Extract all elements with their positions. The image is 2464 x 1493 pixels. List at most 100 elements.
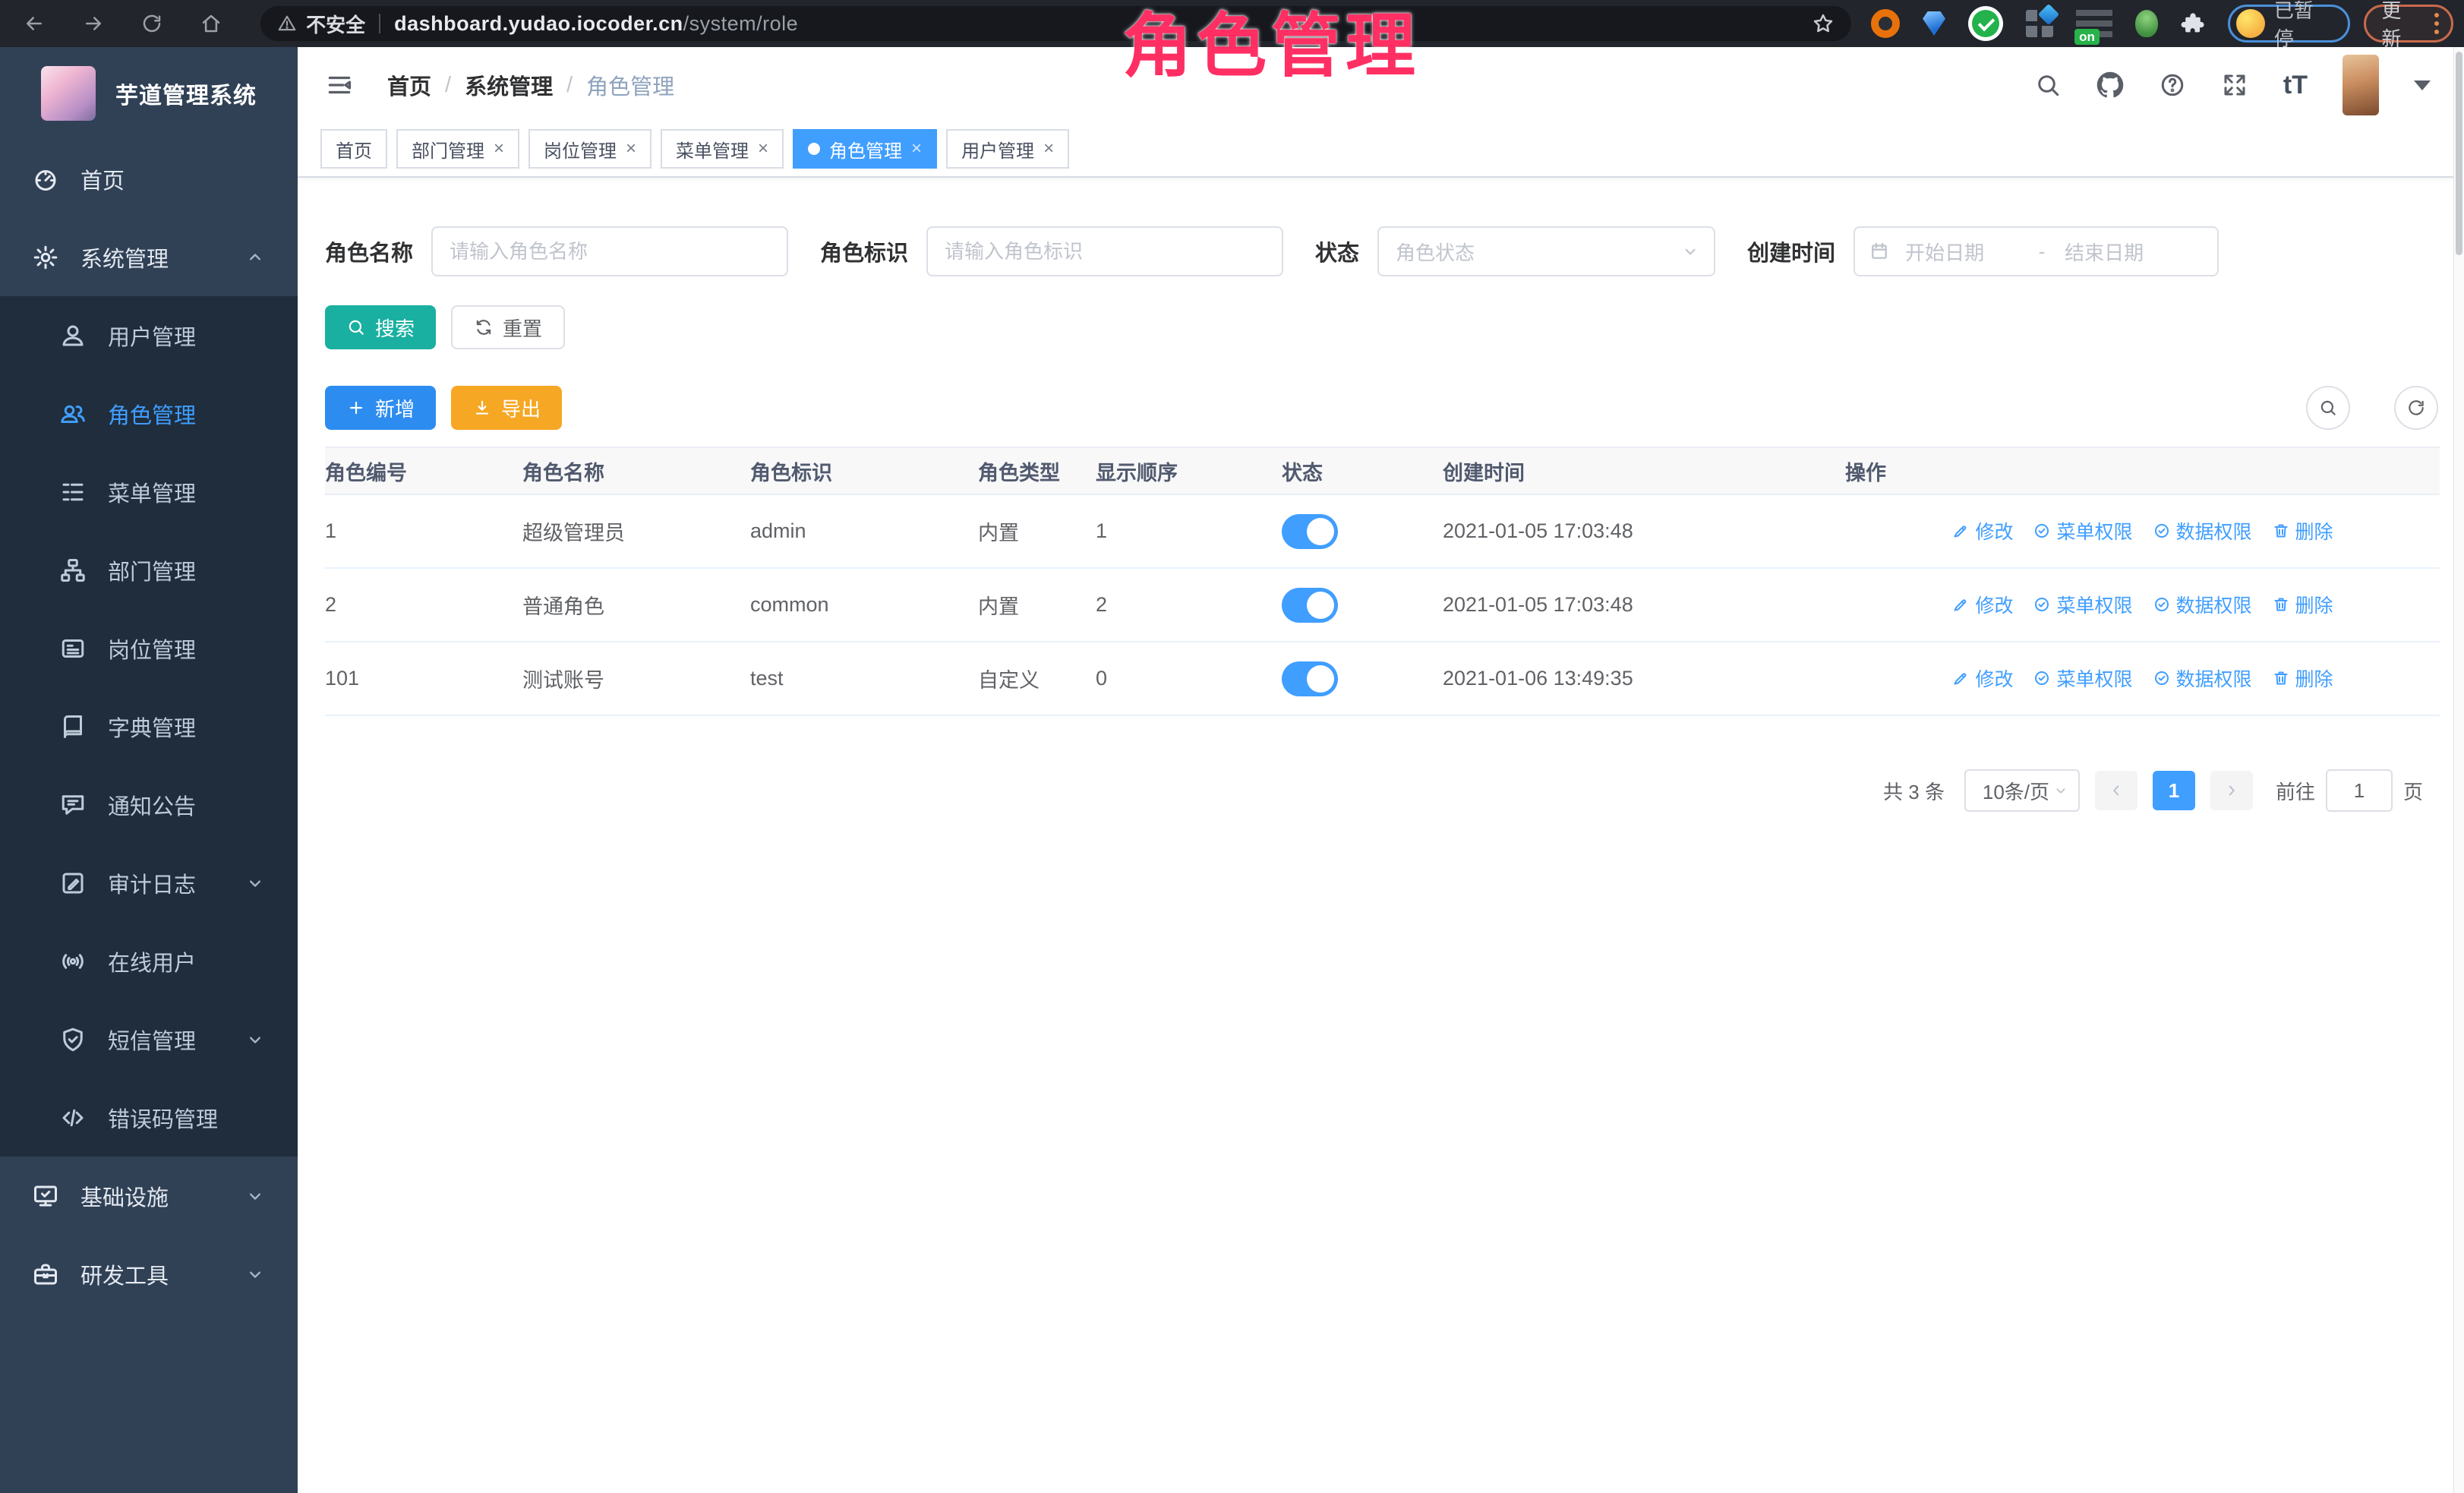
status-toggle[interactable] (1282, 588, 1338, 623)
edit-action-link[interactable]: 修改 (1951, 517, 2013, 544)
breadcrumb-item[interactable]: 系统管理 (465, 69, 553, 101)
sidebar-item-label: 短信管理 (108, 1024, 196, 1056)
sidebar-item-audit[interactable]: 审计日志 (0, 844, 298, 922)
goto-page-input[interactable] (2326, 769, 2393, 812)
data-perm-action-link[interactable]: 数据权限 (2153, 664, 2252, 692)
delete-action-link[interactable]: 删除 (2272, 591, 2333, 618)
page-size-select[interactable]: 10条/页 (1964, 769, 2080, 812)
date-range-separator: - (2019, 240, 2065, 264)
edit-action-link[interactable]: 修改 (1951, 664, 2013, 692)
github-icon[interactable] (2096, 71, 2124, 99)
sidebar-item-role[interactable]: 角色管理 (0, 374, 298, 453)
search-button[interactable]: 搜索 (325, 305, 436, 349)
back-icon[interactable] (17, 6, 52, 41)
status-toggle[interactable] (1282, 661, 1338, 696)
start-date-placeholder: 开始日期 (1905, 238, 2019, 266)
menu-perm-action-link[interactable]: 菜单权限 (2033, 591, 2132, 618)
tab-label: 首页 (336, 136, 372, 163)
sidebar-item-post[interactable]: 岗位管理 (0, 609, 298, 687)
delete-action-link[interactable]: 删除 (2272, 664, 2333, 692)
fullscreen-icon[interactable] (2221, 71, 2248, 99)
toggle-search-panel-button[interactable] (2306, 386, 2350, 430)
sidebar-item-devtools[interactable]: 研发工具 (0, 1235, 298, 1313)
bookmark-star-icon[interactable] (1812, 12, 1835, 35)
sidebar-item-system[interactable]: 系统管理 (0, 218, 298, 296)
sidebar-item-home[interactable]: 首页 (0, 140, 298, 218)
refresh-table-button[interactable] (2394, 386, 2438, 430)
sidebar-item-notice[interactable]: 通知公告 (0, 765, 298, 844)
search-icon[interactable] (2034, 71, 2062, 99)
menu-perm-action-link[interactable]: 菜单权限 (2033, 517, 2132, 544)
status-toggle[interactable] (1282, 514, 1338, 549)
extension-check-icon[interactable] (1968, 6, 2003, 41)
sidebar-item-label: 错误码管理 (108, 1102, 218, 1134)
sidebar-item-user[interactable]: 用户管理 (0, 296, 298, 374)
reload-icon[interactable] (135, 6, 170, 41)
data-perm-action-link[interactable]: 数据权限 (2153, 517, 2252, 544)
tab-home[interactable]: 首页 (320, 129, 387, 169)
hamburger-icon[interactable] (325, 71, 354, 99)
extensions-puzzle-icon[interactable] (2181, 11, 2207, 36)
sidebar-item-sms[interactable]: 短信管理 (0, 1000, 298, 1078)
sidebar-item-infra[interactable]: 基础设施 (0, 1157, 298, 1235)
reset-button[interactable]: 重置 (451, 305, 565, 349)
home-icon[interactable] (194, 6, 229, 41)
sidebar-item-label: 字典管理 (108, 711, 196, 743)
edit-action-link[interactable]: 修改 (1951, 591, 2013, 618)
tab-dept[interactable]: 部门管理 × (396, 129, 519, 169)
close-icon[interactable]: × (494, 140, 504, 158)
table-cell: common (750, 568, 978, 642)
tab-post[interactable]: 岗位管理 × (528, 129, 651, 169)
tab-menu[interactable]: 菜单管理 × (661, 129, 784, 169)
sidebar-item-label: 审计日志 (108, 867, 196, 899)
user-icon (59, 322, 87, 349)
tab-role[interactable]: 角色管理 × (793, 129, 937, 169)
app-logo[interactable]: 芋道管理系统 (0, 47, 298, 140)
gear-icon (32, 244, 59, 271)
page-content: 角色名称 角色标识 状态 角色状态 创建时间 开始日期 (298, 178, 2464, 1493)
next-page-button[interactable] (2210, 771, 2253, 810)
data-perm-action-link[interactable]: 数据权限 (2153, 591, 2252, 618)
role-name-input[interactable] (431, 226, 788, 276)
sidebar-item-menu[interactable]: 菜单管理 (0, 453, 298, 531)
sidebar-item-errcode[interactable]: 错误码管理 (0, 1078, 298, 1157)
extension-ring-icon[interactable] (1871, 9, 1900, 38)
avatar-caret-down-icon[interactable] (2414, 80, 2431, 90)
close-icon[interactable]: × (758, 140, 768, 158)
extension-plant-icon[interactable] (2135, 10, 2158, 37)
sidebar-item-online[interactable]: 在线用户 (0, 922, 298, 1000)
add-button[interactable]: 新增 (325, 386, 436, 430)
delete-action-link[interactable]: 删除 (2272, 517, 2333, 544)
user-avatar[interactable] (2343, 55, 2379, 115)
forward-icon[interactable] (76, 6, 111, 41)
export-button[interactable]: 导出 (451, 386, 562, 430)
sidebar-item-dict[interactable]: 字典管理 (0, 687, 298, 765)
sidebar-item-dept[interactable]: 部门管理 (0, 531, 298, 609)
extension-bars-icon[interactable]: on (2076, 8, 2112, 39)
chevron-down-icon (245, 1029, 266, 1050)
close-icon[interactable]: × (1043, 140, 1054, 158)
close-icon[interactable]: × (911, 140, 922, 158)
current-page-button[interactable]: 1 (2153, 771, 2195, 810)
menu-perm-action-link[interactable]: 菜单权限 (2033, 664, 2132, 692)
table-row: 2普通角色common内置22021-01-05 17:03:48修改菜单权限数… (325, 568, 2440, 642)
prev-page-button[interactable] (2095, 771, 2137, 810)
breadcrumb-item[interactable]: 首页 (387, 69, 431, 101)
table-cell-status (1282, 568, 1443, 642)
extension-gem-icon[interactable] (1923, 11, 1945, 36)
extension-grid-icon[interactable] (2026, 10, 2053, 37)
url-bar[interactable]: 不安全 dashboard.yudao.iocoder.cn/system/ro… (260, 6, 1851, 41)
browser-update-button[interactable]: 更新 (2364, 5, 2453, 43)
kebab-menu-icon[interactable] (2431, 10, 2442, 37)
font-size-icon[interactable]: tT (2283, 72, 2308, 98)
not-secure-warning-icon[interactable] (277, 14, 297, 33)
tab-user[interactable]: 用户管理 × (946, 129, 1069, 169)
close-icon[interactable]: × (626, 140, 636, 158)
date-range-picker[interactable]: 开始日期 - 结束日期 (1854, 226, 2219, 276)
help-icon[interactable] (2159, 71, 2186, 99)
role-code-input[interactable] (926, 226, 1283, 276)
status-select[interactable]: 角色状态 (1377, 226, 1715, 276)
profile-paused-pill[interactable]: 已暂停 (2228, 5, 2350, 43)
page-scrollbar[interactable] (2453, 47, 2464, 1493)
scrollbar-thumb[interactable] (2456, 52, 2462, 255)
